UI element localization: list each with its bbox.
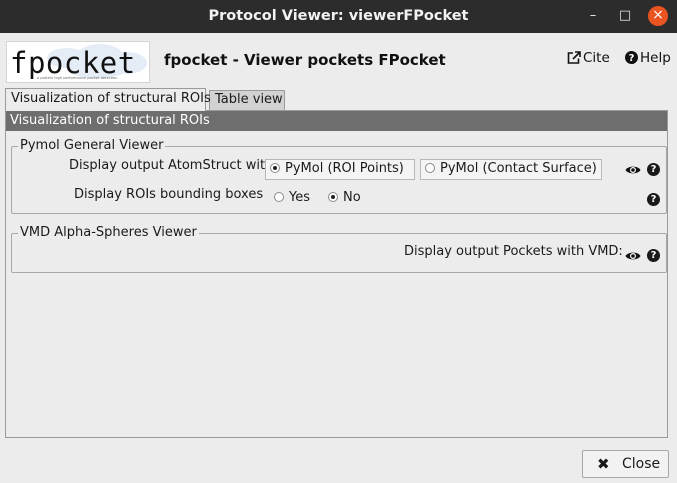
close-label: Close [622, 456, 661, 472]
vmd-group-legend: VMD Alpha-Spheres Viewer [18, 225, 199, 241]
contact-surface-option[interactable]: PyMol (Contact Surface) [420, 159, 602, 180]
pymol-group-legend: Pymol General Viewer [18, 138, 166, 154]
protocol-title: fpocket - Viewer pockets FPocket [164, 51, 446, 69]
roi-points-radio[interactable] [270, 163, 280, 173]
close-x-icon: ✖ [597, 455, 610, 473]
question-circle-icon[interactable]: ? [647, 163, 660, 176]
bbox-yes-option[interactable]: Yes [274, 190, 310, 205]
svg-text:?: ? [629, 53, 635, 64]
window-titlebar: Protocol Viewer: viewerFPocket – □ × [0, 0, 677, 33]
fpocket-logo: fpocket a protein high performance pocke… [6, 41, 150, 83]
vmd-pockets-label: Display output Pockets with VMD: [404, 244, 623, 259]
question-circle-icon[interactable]: ? [647, 193, 660, 206]
close-button[interactable]: ✖ Close [582, 450, 669, 478]
cite-link[interactable]: Cite [567, 50, 610, 68]
tab-table-view[interactable]: Table view [209, 90, 285, 110]
help-link[interactable]: ? Help [625, 50, 671, 68]
bbox-no-label: No [343, 190, 361, 205]
question-circle-icon: ? [625, 51, 638, 68]
roi-points-label: PyMol (ROI Points) [285, 161, 404, 176]
tab-visualization[interactable]: Visualization of structural ROIs [5, 88, 211, 111]
vmd-viewer-group: VMD Alpha-Spheres Viewer Display output … [11, 225, 667, 273]
roi-points-option[interactable]: PyMol (ROI Points) [265, 159, 415, 180]
eye-icon[interactable] [625, 250, 641, 262]
logo-tagline: a protein high performance pocket detect… [37, 76, 118, 80]
contact-surface-radio[interactable] [425, 163, 435, 173]
contact-surface-label: PyMol (Contact Surface) [440, 161, 597, 176]
atomstruct-label: Display output AtomStruct with [69, 158, 274, 173]
bbox-no-option[interactable]: No [328, 190, 361, 205]
window-title: Protocol Viewer: viewerFPocket [208, 8, 469, 24]
logo-word: fpocket [10, 46, 136, 80]
bbox-no-radio[interactable] [328, 192, 338, 202]
section-header: Visualization of structural ROIs [6, 111, 667, 131]
minimize-button[interactable]: – [583, 6, 603, 26]
main-panel: Visualization of structural ROIs Pymol G… [5, 110, 668, 438]
help-label: Help [640, 50, 671, 66]
window-close-button[interactable]: × [648, 6, 668, 26]
bbox-yes-radio[interactable] [274, 192, 284, 202]
cite-label: Cite [583, 50, 610, 66]
eye-icon[interactable] [625, 164, 641, 176]
external-link-icon [567, 51, 581, 68]
question-circle-icon[interactable]: ? [647, 249, 660, 262]
bounding-boxes-label: Display ROIs bounding boxes [74, 187, 264, 202]
bbox-yes-label: Yes [289, 190, 310, 205]
pymol-viewer-group: Pymol General Viewer Display output Atom… [11, 138, 667, 214]
maximize-button[interactable]: □ [615, 6, 635, 26]
